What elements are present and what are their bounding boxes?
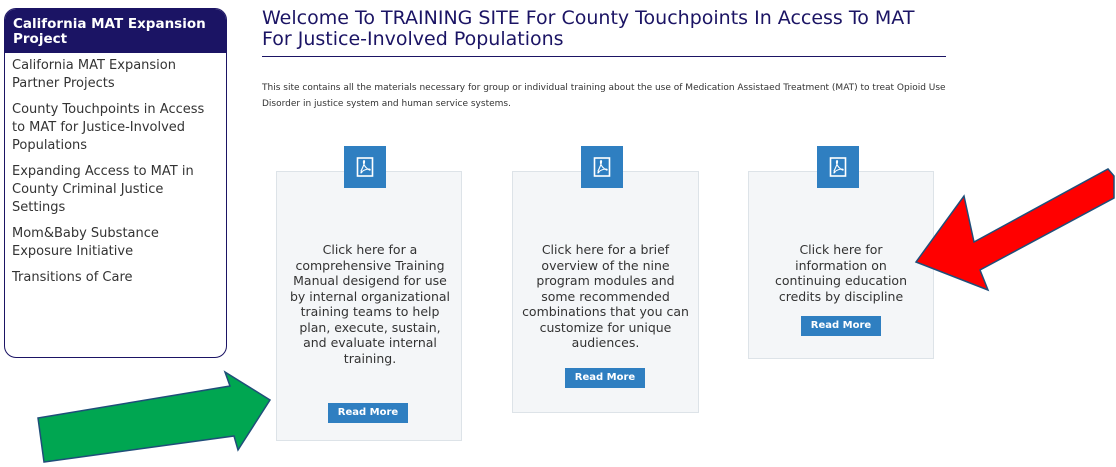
card-text-training-manual: Click here for a comprehensive Training …	[289, 242, 451, 366]
pdf-icon[interactable]	[581, 146, 623, 188]
intro-text: This site contains all the materials nec…	[262, 83, 946, 109]
page-title: Welcome To TRAINING SITE For County Touc…	[262, 8, 946, 57]
sidebar-item-county-touchpoints[interactable]: County Touchpoints in Access to MAT for …	[5, 97, 226, 159]
read-more-button-training-manual[interactable]: Read More	[328, 403, 408, 423]
sidebar-item-expanding-access[interactable]: Expanding Access to MAT in County Crimin…	[5, 159, 226, 221]
read-more-button-program-modules[interactable]: Read More	[565, 368, 645, 388]
sidebar-item-mom-baby[interactable]: Mom&Baby Substance Exposure Initiative	[5, 221, 226, 265]
sidebar-item-partner-projects[interactable]: California MAT Expansion Partner Project…	[5, 53, 226, 97]
sidebar-header[interactable]: California MAT Expansion Project	[5, 9, 226, 53]
sidebar-item-transitions-of-care[interactable]: Transitions of Care	[5, 265, 226, 291]
green-arrow-icon	[37, 370, 272, 463]
pdf-icon[interactable]	[817, 146, 859, 188]
red-arrow-icon	[914, 168, 1115, 292]
sidebar-nav: California MAT Expansion Project Califor…	[4, 8, 227, 358]
pdf-icon[interactable]	[344, 146, 386, 188]
card-text-program-modules: Click here for a brief overview of the n…	[522, 242, 689, 350]
read-more-button-continuing-education[interactable]: Read More	[801, 316, 881, 336]
card-text-continuing-education: Click here for information on continuing…	[775, 242, 907, 304]
